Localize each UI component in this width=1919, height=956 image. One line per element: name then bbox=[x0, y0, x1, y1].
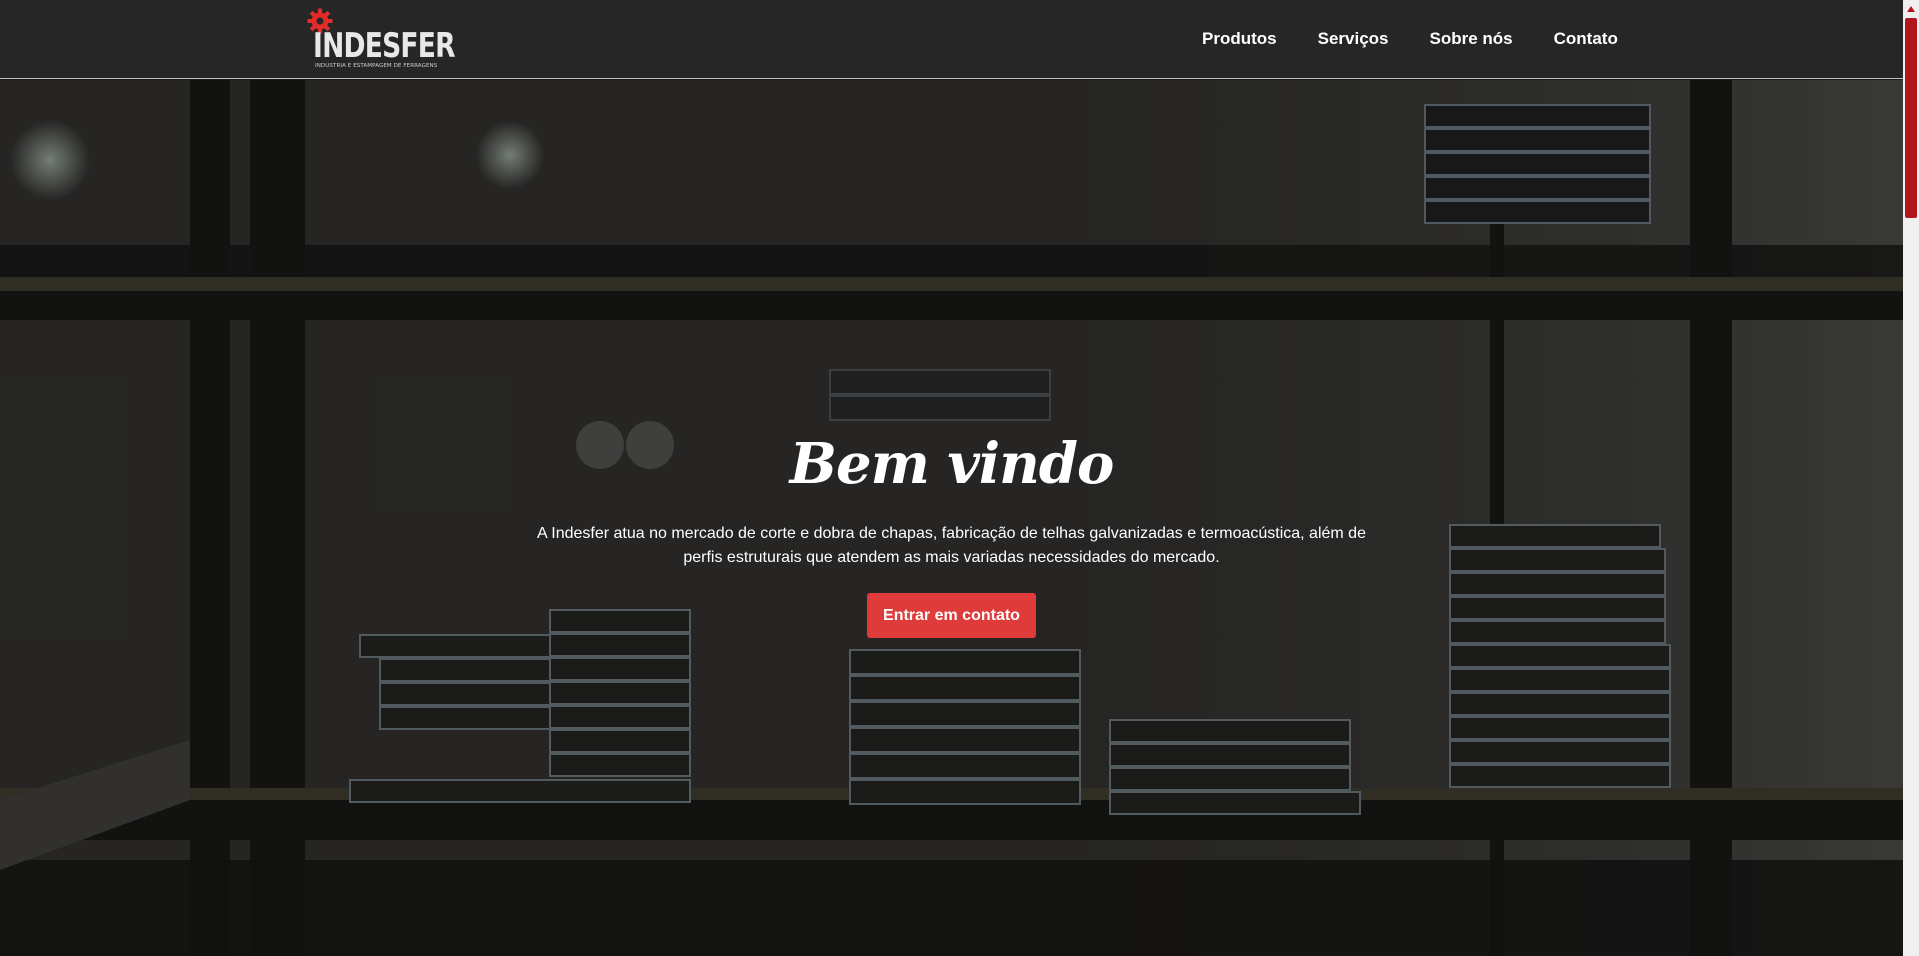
hero-section: Bem vindo A Indesfer atua no mercado de … bbox=[0, 80, 1903, 956]
hero-description: A Indesfer atua no mercado de corte e do… bbox=[537, 525, 1366, 566]
nav-item-produtos[interactable]: Produtos bbox=[1202, 27, 1277, 51]
nav-item-sobre-nos[interactable]: Sobre nós bbox=[1430, 27, 1513, 51]
page: INDESFER INDUSTRIA E ESTAMPAGEM DE FERRA… bbox=[0, 0, 1919, 956]
page-scrollbar[interactable] bbox=[1903, 0, 1919, 956]
nav-item-contato[interactable]: Contato bbox=[1554, 27, 1618, 51]
main-nav: Produtos Serviços Sobre nós Contato bbox=[1202, 27, 1618, 51]
contact-cta-button[interactable]: Entrar em contato bbox=[867, 593, 1036, 638]
scroll-up-button[interactable] bbox=[1903, 0, 1919, 17]
chevron-up-icon bbox=[1907, 5, 1915, 12]
brand-tagline: INDUSTRIA E ESTAMPAGEM DE FERRAGENS bbox=[315, 63, 438, 69]
hero-title: Bem vindo bbox=[789, 431, 1115, 497]
site-header: INDESFER INDUSTRIA E ESTAMPAGEM DE FERRA… bbox=[0, 0, 1903, 79]
scrollbar-thumb[interactable] bbox=[1905, 18, 1917, 218]
brand-logo[interactable]: INDESFER INDUSTRIA E ESTAMPAGEM DE FERRA… bbox=[306, 7, 455, 73]
brand-name: INDESFER bbox=[313, 26, 455, 66]
nav-item-servicos[interactable]: Serviços bbox=[1318, 27, 1389, 51]
hero-content: Bem vindo A Indesfer atua no mercado de … bbox=[0, 80, 1903, 956]
